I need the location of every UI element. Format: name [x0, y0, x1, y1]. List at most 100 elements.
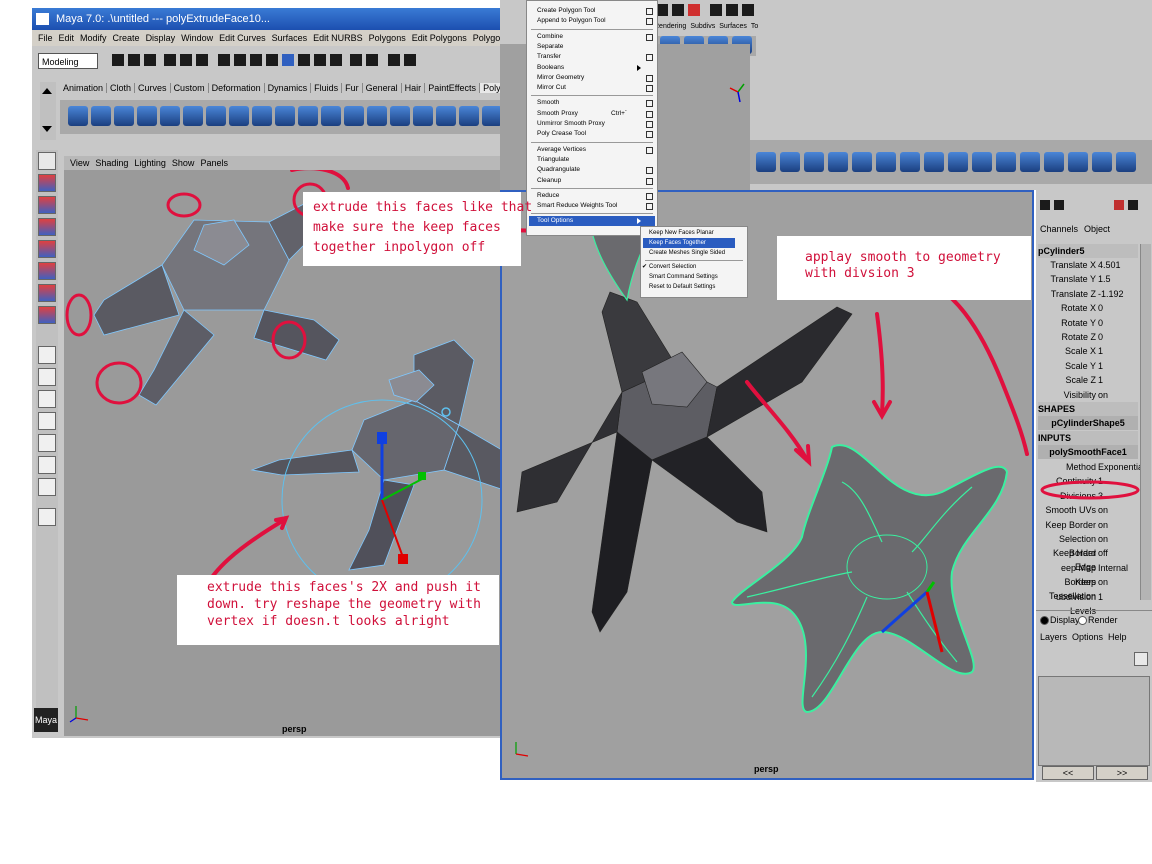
viewport-menu-shading[interactable]: Shading [95, 158, 128, 168]
viewport-menu-lighting[interactable]: Lighting [134, 158, 166, 168]
right-shelf-tool-icon[interactable] [852, 152, 872, 172]
channel-attr-row[interactable]: Smooth UVs on [1036, 503, 1140, 517]
channel-attr-row[interactable]: Rotate Y0 [1036, 316, 1140, 330]
menu-item-tool-options[interactable]: Tool Options [537, 216, 573, 226]
menu-edit-polygons[interactable]: Edit Polygons [412, 33, 467, 43]
right-shelf-tool-icon[interactable] [1044, 152, 1064, 172]
channel-attr-row[interactable]: Scale X1 [1036, 344, 1140, 358]
polygon-shelf-tool-icon[interactable] [321, 106, 341, 126]
edge-mask-icon[interactable] [250, 54, 262, 66]
viewport-menu-show[interactable]: Show [172, 158, 195, 168]
right-shelf-tool-icon[interactable] [1068, 152, 1088, 172]
option-box-icon[interactable] [646, 146, 653, 154]
polygon-shelf-tool-icon[interactable] [436, 106, 456, 126]
tool-icon-f[interactable] [742, 4, 754, 16]
polygon-shelf-tool-icon[interactable] [459, 106, 479, 126]
shelf-menu-arrow[interactable] [40, 82, 56, 140]
shelf-tab-cloth[interactable]: Cloth [107, 83, 136, 93]
select-component-icon[interactable] [196, 54, 208, 66]
lock-icon[interactable] [350, 54, 362, 66]
layer-list[interactable] [1038, 676, 1150, 766]
polygon-shelf-tool-icon[interactable] [114, 106, 134, 126]
attr-value[interactable]: -1.192 [1098, 287, 1124, 301]
right-shelf-tool-icon[interactable] [876, 152, 896, 172]
polygon-shelf-tool-icon[interactable] [91, 106, 111, 126]
menu-item-smart-reduce-weights-tool[interactable]: Smart Reduce Weights Tool [537, 201, 617, 211]
new-scene-icon[interactable] [112, 54, 124, 66]
polygon-shelf-tool-icon[interactable] [229, 106, 249, 126]
channel-box-tab-channels[interactable]: Channels [1040, 224, 1078, 234]
right-shelf-tool-icon[interactable] [756, 152, 776, 172]
hypershade-layout-icon[interactable] [38, 456, 56, 474]
open-scene-icon[interactable] [128, 54, 140, 66]
vertex-mask-icon[interactable] [234, 54, 246, 66]
polygon-shelf-tool-icon[interactable] [183, 106, 203, 126]
right-shelf-tool-icon[interactable] [972, 152, 992, 172]
right-shelf-tool-icon[interactable] [828, 152, 848, 172]
display-radio[interactable] [1040, 616, 1049, 625]
option-box-icon[interactable] [646, 177, 653, 185]
input-node-name[interactable]: polySmoothFace1 [1038, 445, 1138, 459]
select-object-icon[interactable] [180, 54, 192, 66]
show-manip-icon[interactable] [38, 306, 56, 324]
shelf-tab-deformation[interactable]: Deformation [208, 83, 265, 93]
right-shelf-tool-icon[interactable] [1020, 152, 1040, 172]
shelf-tab-fluids[interactable]: Fluids [311, 83, 343, 93]
face-mask-icon[interactable] [266, 54, 278, 66]
tool-icon-e[interactable] [726, 4, 738, 16]
menu-polygons[interactable]: Polygons [369, 33, 406, 43]
menu-item-average-vertices[interactable]: Average Vertices [537, 145, 586, 155]
submenu-item-keep-faces-together[interactable]: Keep Faces Together [649, 238, 706, 248]
layer-menu-layers[interactable]: Layers [1040, 632, 1067, 642]
select-tool-icon[interactable] [38, 152, 56, 170]
mask-icon[interactable] [218, 54, 230, 66]
tool-icon-d[interactable] [710, 4, 722, 16]
attr-value[interactable]: on [1098, 503, 1108, 517]
menu-item-smooth[interactable]: Smooth [537, 98, 559, 108]
attr-value[interactable]: off [1098, 546, 1108, 560]
menu-item-separate[interactable]: Separate [537, 42, 563, 52]
viewport-menu-view[interactable]: View [70, 158, 89, 168]
channel-box-tab-object[interactable]: Object [1084, 224, 1110, 234]
menu-item-reduce[interactable]: Reduce [537, 191, 559, 201]
menu-edit-nurbs[interactable]: Edit NURBS [313, 33, 363, 43]
channel-attr-row[interactable]: Rotate Z0 [1036, 330, 1140, 344]
submenu-item-create-meshes-single-sided[interactable]: Create Meshes Single Sided [649, 248, 725, 258]
graph-layout-icon[interactable] [38, 434, 56, 452]
channel-attr-row[interactable]: Translate Z -1.192 [1036, 287, 1140, 301]
shelf-tab-painteffects[interactable]: PaintEffects [425, 83, 481, 93]
channel-attr-row[interactable]: Method Exponential [1036, 460, 1145, 474]
menu-item-append-to-polygon-tool[interactable]: Append to Polygon Tool [537, 16, 606, 26]
render-radio[interactable] [1078, 616, 1087, 625]
attr-value[interactable]: 1 [1098, 359, 1103, 373]
attr-value[interactable]: 1 [1098, 373, 1103, 387]
new-layer-icon[interactable] [1134, 652, 1148, 666]
option-box-icon[interactable] [646, 203, 653, 211]
right-shelf-tool-icon[interactable] [924, 152, 944, 172]
menu-item-triangulate[interactable]: Triangulate [537, 155, 569, 165]
attr-value[interactable]: on [1098, 532, 1108, 546]
polygon-shelf-tool-icon[interactable] [206, 106, 226, 126]
channel-attr-row[interactable]: Scale Z1 [1036, 373, 1140, 387]
snap-grid-icon[interactable] [282, 54, 294, 66]
polygon-shelf-tool-icon[interactable] [160, 106, 180, 126]
attr-value[interactable]: 0 [1098, 330, 1103, 344]
channel-attr-row[interactable]: Translate Y 1.5 [1036, 272, 1140, 286]
shelf-tab-custom[interactable]: Custom [170, 83, 209, 93]
history-icon[interactable] [366, 54, 378, 66]
tool-icon-c[interactable] [688, 4, 700, 16]
right-shelf-tool-icon[interactable] [1092, 152, 1112, 172]
layer-editor-icon[interactable] [1054, 200, 1064, 210]
right-shelf-tab[interactable]: To [751, 23, 762, 30]
right-shelf-tab[interactable]: Surfaces [719, 23, 751, 30]
menu-item-booleans[interactable]: Booleans [537, 63, 564, 73]
layout-menu-icon[interactable] [38, 508, 56, 526]
attr-value[interactable]: Exponential [1098, 460, 1145, 474]
right-shelf-tool-icon[interactable] [900, 152, 920, 172]
right-shelf-tool-icon[interactable] [948, 152, 968, 172]
option-box-icon[interactable] [646, 110, 653, 118]
tool-icon-b[interactable] [672, 4, 684, 16]
render-icon[interactable] [388, 54, 400, 66]
outliner-layout-icon[interactable] [38, 412, 56, 430]
attr-value[interactable]: 1 [1098, 344, 1103, 358]
